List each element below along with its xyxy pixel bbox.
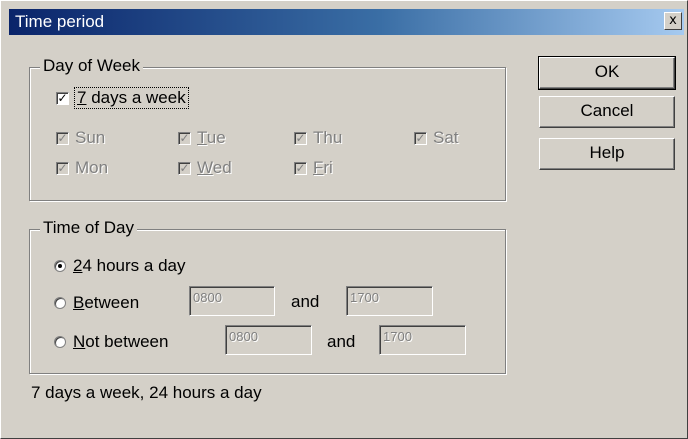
time-period-dialog: Time period x Day of Week ✓ 7 days a wee…	[0, 0, 688, 439]
time-of-day-legend: Time of Day	[40, 218, 138, 238]
radio-24-hours-label: 24 hours a day	[73, 256, 186, 275]
day-of-week-legend: Day of Week	[40, 56, 144, 76]
radio-icon	[54, 336, 66, 348]
help-button[interactable]: Help	[539, 138, 675, 170]
check-icon: ✓	[294, 130, 307, 145]
radio-24-hours[interactable]: 24 hours a day	[54, 256, 185, 276]
radio-between-label: Between	[73, 293, 140, 312]
not-between-and-label: and	[327, 332, 356, 351]
close-button[interactable]: x	[664, 12, 682, 30]
check-icon: ✓	[414, 130, 427, 145]
between-end-input[interactable]: 1700	[346, 286, 433, 316]
radio-icon	[54, 297, 66, 309]
check-icon: ✓	[178, 130, 191, 145]
day-checkbox-fri[interactable]: ✓ Fri	[294, 158, 333, 178]
day-checkbox-wed[interactable]: ✓ Wed	[178, 158, 232, 178]
day-label-thu: Thu	[313, 128, 343, 147]
check-icon: ✓	[56, 160, 69, 175]
day-of-week-group: Day of Week ✓ 7 days a week ✓ Sun ✓ Tue …	[29, 56, 506, 201]
title-bar[interactable]: Time period x	[9, 9, 684, 35]
day-label-wed: Wed	[197, 158, 232, 177]
summary-text: 7 days a week, 24 hours a day	[31, 383, 262, 402]
close-icon: x	[669, 13, 677, 28]
day-checkbox-mon[interactable]: ✓ Mon	[56, 158, 108, 178]
radio-not-between[interactable]: Not between	[54, 332, 168, 352]
day-label-sun: Sun	[75, 128, 106, 147]
not-between-end-input[interactable]: 1700	[379, 325, 466, 355]
check-icon: ✓	[56, 130, 69, 145]
day-label-fri: Fri	[313, 158, 333, 177]
day-label-tue: Tue	[197, 128, 226, 147]
day-checkbox-tue[interactable]: ✓ Tue	[178, 128, 226, 148]
radio-between[interactable]: Between	[54, 293, 139, 313]
check-icon: ✓	[56, 90, 69, 105]
ok-button[interactable]: OK	[538, 56, 676, 90]
day-label-sat: Sat	[433, 128, 459, 147]
check-icon: ✓	[178, 160, 191, 175]
day-checkbox-sun[interactable]: ✓ Sun	[56, 128, 105, 148]
radio-not-between-label: Not between	[73, 332, 169, 351]
not-between-start-input[interactable]: 0800	[225, 325, 312, 355]
cancel-button[interactable]: Cancel	[539, 96, 675, 128]
day-checkbox-sat[interactable]: ✓ Sat	[414, 128, 459, 148]
day-checkbox-thu[interactable]: ✓ Thu	[294, 128, 342, 148]
radio-selected-icon	[54, 260, 66, 272]
seven-days-checkbox[interactable]: ✓ 7 days a week	[56, 87, 189, 109]
seven-days-label: 7 days a week	[74, 87, 189, 109]
between-start-input[interactable]: 0800	[189, 286, 275, 316]
day-label-mon: Mon	[75, 158, 109, 177]
between-and-label: and	[291, 292, 320, 311]
time-of-day-group: Time of Day 24 hours a day Between 0800 …	[29, 218, 506, 374]
window-title: Time period	[15, 12, 105, 31]
check-icon: ✓	[294, 160, 307, 175]
